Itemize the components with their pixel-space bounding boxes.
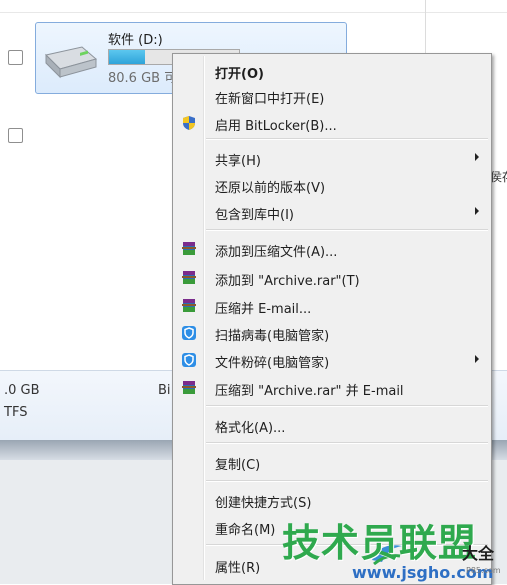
watermark-small-text: P85.com	[466, 566, 501, 575]
menu-item-label: 文件粉碎(电脑管家)	[215, 356, 330, 371]
hard-drive-icon	[45, 46, 98, 79]
menu-item[interactable]: 压缩到 "Archive.rar" 并 E-mail	[175, 376, 489, 400]
menu-item-label: 共享(H)	[215, 154, 261, 169]
menu-item-label: 扫描病毒(电脑管家)	[215, 329, 330, 344]
menu-item[interactable]: 在新窗口中打开(E)	[175, 84, 489, 108]
menu-item[interactable]: 添加到 "Archive.rar"(T)	[175, 266, 489, 290]
drive-usage-fill	[109, 50, 146, 64]
menu-separator	[206, 442, 488, 444]
details-bitlocker: Bi	[158, 383, 171, 398]
menu-item[interactable]: 复制(C)	[175, 450, 489, 474]
menu-item[interactable]: 还原以前的版本(V)	[175, 173, 489, 197]
details-capacity: .0 GB	[4, 383, 40, 398]
menu-item-label: 包含到库中(I)	[215, 208, 294, 223]
context-menu: 打开(O) 在新窗口中打开(E) 启用 BitLocker(B)... 共享(H) 还原…	[172, 53, 492, 585]
submenu-arrow-icon	[475, 153, 479, 161]
submenu-arrow-icon	[475, 355, 479, 363]
menu-item[interactable]: 打开(O)	[175, 59, 489, 83]
drive-free-space: 80.6 GB 可	[108, 71, 178, 86]
item-checkbox[interactable]	[8, 50, 23, 65]
winrar-icon	[181, 270, 197, 286]
pc-manager-shield-icon	[181, 352, 197, 368]
menu-item-label: 打开(O)	[215, 67, 264, 82]
shield-uac-icon	[181, 115, 197, 131]
menu-item[interactable]: 启用 BitLocker(B)...	[175, 111, 489, 135]
menu-item-label: 启用 BitLocker(B)...	[215, 119, 337, 134]
menu-separator	[206, 229, 488, 231]
winrar-icon	[181, 380, 197, 396]
winrar-icon	[181, 241, 197, 257]
menu-separator	[206, 138, 488, 140]
drive-name: 软件 (D:)	[108, 33, 163, 48]
menu-item[interactable]: 扫描病毒(电脑管家)	[175, 321, 489, 345]
menu-separator	[206, 480, 488, 482]
menu-item-label: 格式化(A)...	[215, 421, 286, 436]
address-strip	[0, 0, 507, 13]
submenu-arrow-icon	[475, 207, 479, 215]
menu-item-label: 创建快捷方式(S)	[215, 496, 312, 511]
menu-item[interactable]: 文件粉碎(电脑管家)	[175, 348, 489, 372]
menu-item-label: 重命名(M)	[215, 523, 276, 538]
menu-item[interactable]: 共享(H)	[175, 146, 489, 170]
details-filesystem: TFS	[4, 405, 28, 420]
menu-separator	[206, 405, 488, 407]
menu-item-label: 属性(R)	[215, 561, 261, 576]
menu-item-label: 复制(C)	[215, 458, 261, 473]
menu-item-label: 压缩并 E-mail...	[215, 302, 312, 317]
menu-item[interactable]: 格式化(A)...	[175, 413, 489, 437]
watermark-subtitle: 大全	[462, 544, 495, 563]
menu-item[interactable]: 压缩并 E-mail...	[175, 294, 489, 318]
winrar-icon	[181, 298, 197, 314]
menu-item-label: 在新窗口中打开(E)	[215, 92, 325, 107]
menu-item-label: 添加到 "Archive.rar"(T)	[215, 274, 360, 289]
pc-manager-shield-icon	[181, 325, 197, 341]
menu-item-label: 压缩到 "Archive.rar" 并 E-mail	[215, 384, 404, 399]
menu-item[interactable]: 添加到压缩文件(A)...	[175, 237, 489, 261]
menu-item-label: 还原以前的版本(V)	[215, 181, 326, 196]
item-checkbox[interactable]	[8, 128, 23, 143]
menu-item[interactable]: 创建快捷方式(S)	[175, 488, 489, 512]
watermark-title: 技术员联盟	[282, 521, 478, 565]
menu-item-label: 添加到压缩文件(A)...	[215, 245, 338, 260]
side-text-fragment: 侯存	[490, 170, 507, 184]
menu-item[interactable]: 包含到库中(I)	[175, 200, 489, 224]
